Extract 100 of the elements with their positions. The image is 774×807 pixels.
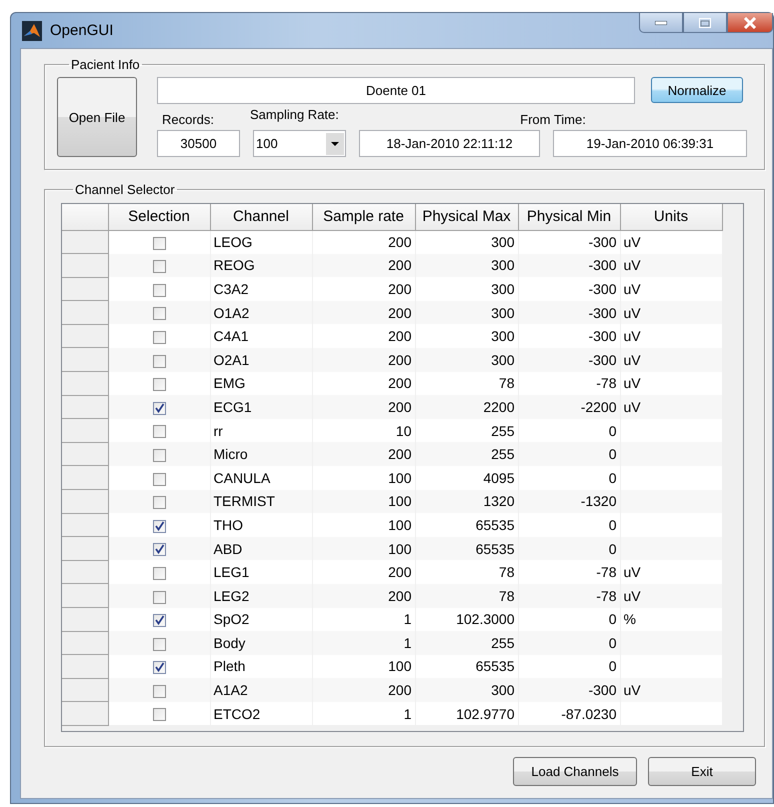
table-cell: -78 xyxy=(518,372,620,396)
checkbox[interactable] xyxy=(152,378,166,392)
table-cell: -300 xyxy=(518,348,620,372)
column-header[interactable]: Units xyxy=(620,204,722,230)
table-cell: 65535 xyxy=(415,654,518,678)
open-file-button[interactable]: Open File xyxy=(57,77,137,157)
row-header[interactable] xyxy=(62,536,108,560)
table-cell: 65535 xyxy=(415,536,518,560)
column-header[interactable]: Selection xyxy=(108,204,210,230)
table-cell: 255 xyxy=(415,631,518,655)
row-header[interactable] xyxy=(62,490,108,514)
table-cell: uV xyxy=(620,348,722,372)
row-header[interactable] xyxy=(62,702,108,726)
table-cell: 200 xyxy=(312,678,415,702)
table-cell: 200 xyxy=(312,254,415,278)
row-header[interactable] xyxy=(62,277,108,301)
close-button[interactable] xyxy=(727,13,773,33)
table-cell: REOG xyxy=(210,254,312,278)
row-header[interactable] xyxy=(62,654,108,678)
checkbox[interactable] xyxy=(152,284,166,297)
row-header[interactable] xyxy=(62,230,108,254)
table-cell: LEOG xyxy=(210,230,312,254)
checkbox[interactable] xyxy=(152,614,166,628)
table-cell: uV xyxy=(620,300,722,324)
row-header[interactable] xyxy=(62,254,108,278)
checkbox[interactable] xyxy=(152,543,166,556)
checkbox[interactable] xyxy=(152,307,166,320)
checkbox[interactable] xyxy=(152,354,166,368)
table-cell: 78 xyxy=(415,560,518,584)
row-header[interactable] xyxy=(62,631,108,655)
checkbox[interactable] xyxy=(152,330,166,344)
checkbox[interactable] xyxy=(152,425,166,438)
row-header[interactable] xyxy=(62,442,108,466)
table-cell: ETCO2 xyxy=(210,702,312,726)
maximize-button[interactable] xyxy=(683,13,727,33)
table-cell: LEG2 xyxy=(210,584,312,608)
maximize-icon xyxy=(699,18,711,28)
row-header[interactable] xyxy=(62,418,108,442)
checkbox[interactable] xyxy=(152,638,166,651)
row-header[interactable] xyxy=(62,395,108,419)
exit-button[interactable]: Exit xyxy=(648,757,756,786)
checkbox[interactable] xyxy=(152,236,166,250)
load-channels-button[interactable]: Load Channels xyxy=(513,757,637,786)
sampling-rate-label: Sampling Rate: xyxy=(250,106,340,123)
app-icon xyxy=(22,20,42,40)
checkbox[interactable] xyxy=(152,472,166,486)
to-time-field[interactable]: 19-Jan-2010 06:39:31 xyxy=(553,130,747,157)
table-cell: O1A2 xyxy=(210,300,312,324)
row-header[interactable] xyxy=(62,466,108,490)
table-cell: 200 xyxy=(312,300,415,324)
table-cell: -300 xyxy=(518,678,620,702)
column-header[interactable]: Physical Max xyxy=(415,204,518,230)
normalize-button[interactable]: Normalize xyxy=(651,77,743,103)
column-header[interactable]: Sample rate xyxy=(312,204,415,230)
checkbox[interactable] xyxy=(152,448,166,462)
name-field[interactable]: Doente 01 xyxy=(157,77,635,104)
table-cell: CANULA xyxy=(210,466,312,490)
row-header[interactable] xyxy=(62,348,108,372)
row-header[interactable] xyxy=(62,324,108,348)
checkbox[interactable] xyxy=(152,260,166,274)
table-cell: uV xyxy=(620,678,722,702)
row-header[interactable] xyxy=(62,560,108,584)
table-cell: 100 xyxy=(312,466,415,490)
table-cell: 0 xyxy=(518,536,620,560)
checkbox[interactable] xyxy=(152,590,166,604)
table-cell: 100 xyxy=(312,490,415,514)
table-cell: uV xyxy=(620,254,722,278)
column-header[interactable]: Channel xyxy=(210,204,312,230)
table-cell: Pleth xyxy=(210,654,312,678)
checkbox[interactable] xyxy=(152,684,166,698)
row-header[interactable] xyxy=(62,513,108,537)
checkbox[interactable] xyxy=(152,402,166,415)
table-cell: 100 xyxy=(312,513,415,537)
checkbox[interactable] xyxy=(152,520,166,533)
row-header[interactable] xyxy=(62,608,108,632)
checkbox[interactable] xyxy=(152,661,166,674)
checkbox[interactable] xyxy=(152,496,166,510)
table-cell: A1A2 xyxy=(210,678,312,702)
table-cell: Body xyxy=(210,631,312,655)
checkbox[interactable] xyxy=(152,708,166,722)
row-header[interactable] xyxy=(62,584,108,608)
minimize-button[interactable] xyxy=(639,13,683,33)
table-cell: 0 xyxy=(518,608,620,632)
table-cell: 300 xyxy=(415,277,518,301)
minimize-icon xyxy=(655,20,667,24)
records-field[interactable]: 30500 xyxy=(157,130,240,157)
sampling-rate-dropdown[interactable]: 100 xyxy=(253,130,346,157)
table-cell: -1320 xyxy=(518,490,620,514)
checkbox[interactable] xyxy=(152,566,166,580)
table-cell: LEG1 xyxy=(210,560,312,584)
table-cell: -78 xyxy=(518,560,620,584)
column-header[interactable]: Physical Min xyxy=(518,204,620,230)
table-cell: uV xyxy=(620,277,722,301)
row-header[interactable] xyxy=(62,678,108,702)
row-header[interactable] xyxy=(62,300,108,324)
row-header[interactable] xyxy=(62,372,108,396)
from-time-field[interactable]: 18-Jan-2010 22:11:12 xyxy=(359,130,540,157)
table-cell: THO xyxy=(210,513,312,537)
table-cell: 2200 xyxy=(415,395,518,419)
table-cell: 0 xyxy=(518,442,620,466)
